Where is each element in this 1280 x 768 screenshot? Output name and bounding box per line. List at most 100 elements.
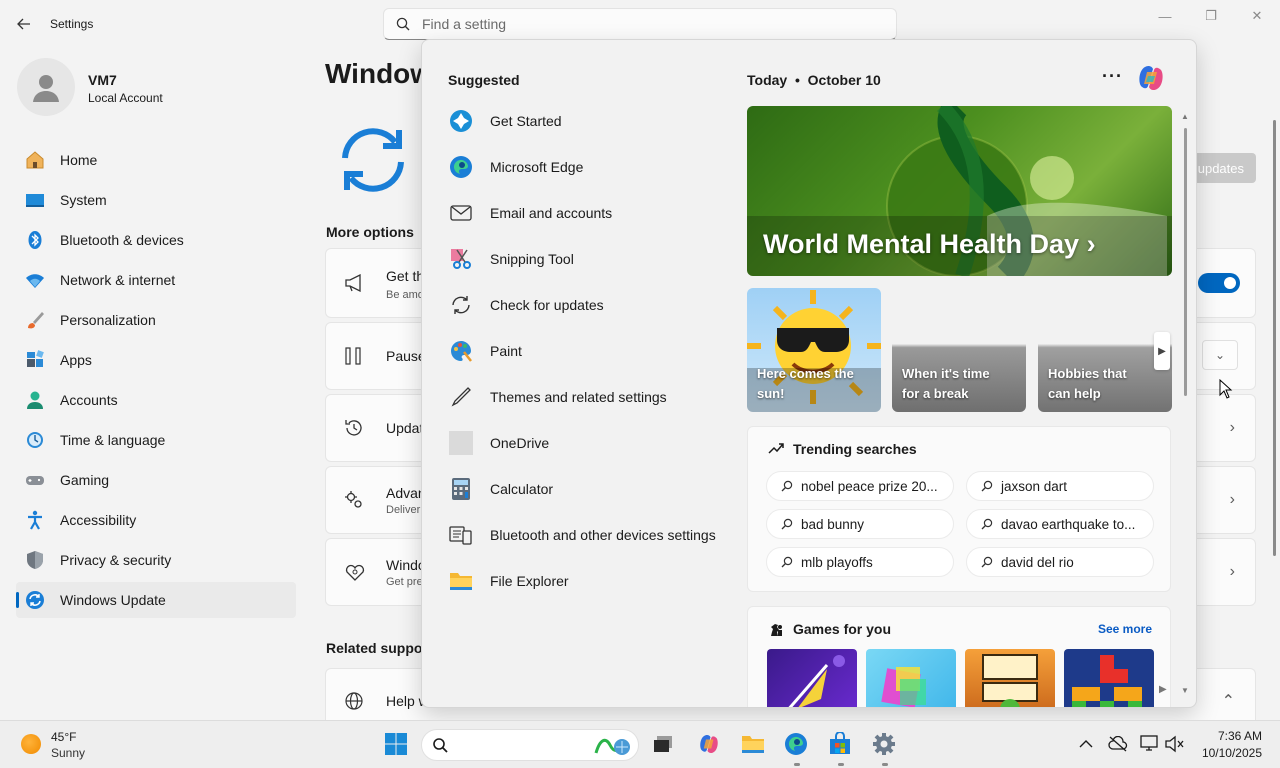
flyout-scroll-up[interactable]: ▲ [1181, 112, 1189, 121]
settings-search-box[interactable] [383, 8, 897, 40]
search-icon [396, 17, 410, 31]
flyout-scroll-down[interactable]: ▼ [1181, 686, 1189, 695]
card-title: Advan [386, 485, 426, 501]
suggested-item[interactable]: Snipping Tool [448, 236, 738, 282]
suggested-item[interactable]: Check for updates [448, 282, 738, 328]
file-explorer-icon[interactable] [740, 731, 766, 757]
minimize-button[interactable]: — [1142, 0, 1188, 32]
suggested-item[interactable]: Calculator [448, 466, 738, 512]
paint-icon [448, 338, 474, 364]
update-status-icon [335, 122, 411, 198]
news-tile[interactable]: Here comes the sun! [747, 288, 881, 412]
trending-icon [768, 441, 784, 455]
settings-gear-icon[interactable] [871, 731, 897, 757]
clock-time[interactable]: 7:36 AM [1198, 729, 1262, 743]
trending-search-pill[interactable]: davao earthquake to... [966, 509, 1154, 539]
pause-duration-dropdown[interactable]: ⌄ [1202, 340, 1238, 370]
mail-icon [448, 200, 474, 226]
search-icon [781, 480, 793, 492]
news-tile[interactable]: When it's time for a break [892, 288, 1026, 412]
taskbar-search[interactable] [421, 729, 639, 761]
sidebar-item-system[interactable]: System [16, 182, 296, 218]
sidebar-item-gaming[interactable]: Gaming [16, 462, 296, 498]
sidebar-item-label: Time & language [60, 432, 166, 448]
carousel-next-button[interactable]: ▶ [1154, 332, 1170, 370]
megaphone-icon [344, 274, 366, 292]
suggested-item[interactable]: Email and accounts [448, 190, 738, 236]
sidebar-item-label: Accessibility [60, 512, 137, 528]
card-subtitle: Be amo [386, 289, 424, 301]
search-input[interactable] [422, 16, 862, 32]
search-icon [781, 518, 793, 530]
games-next-button[interactable]: ▶ [1159, 684, 1167, 695]
chevron-up-icon[interactable] [1073, 731, 1099, 757]
taskbar: 45°F Sunny 7:36 AM 10/10/2025 [0, 720, 1280, 768]
game-tile[interactable] [1064, 649, 1154, 707]
sidebar-item-apps[interactable]: Apps [16, 342, 296, 378]
suggested-item[interactable]: Bluetooth and other devices settings [448, 512, 738, 558]
card-title: Pause [386, 348, 426, 364]
store-icon[interactable] [827, 731, 853, 757]
game-thumbnail [788, 655, 845, 707]
trending-search-pill[interactable]: bad bunny [766, 509, 954, 539]
sun-icon [21, 734, 41, 754]
get-started-icon [448, 108, 474, 134]
news-tile[interactable]: Hobbies that can help [1038, 288, 1172, 412]
chevron-up-icon: ⌃ [1221, 693, 1235, 710]
network-icon[interactable] [1137, 731, 1163, 757]
copilot-icon[interactable] [1135, 62, 1167, 94]
task-view-icon[interactable] [650, 731, 676, 757]
onedrive-icon [448, 430, 474, 456]
sidebar-item-personalization[interactable]: Personalization [16, 302, 296, 338]
trending-search-pill[interactable]: david del rio [966, 547, 1154, 577]
trending-search-pill[interactable]: jaxson dart [966, 471, 1154, 501]
suggested-item-label: Themes and related settings [490, 389, 667, 405]
maximize-button[interactable]: ❐ [1188, 0, 1234, 32]
sidebar-item-home[interactable]: Home [16, 142, 296, 178]
suggested-item[interactable]: OneDrive [448, 420, 738, 466]
trending-searches-panel: Trending searches nobel peace prize 20..… [747, 426, 1171, 592]
sidebar-item-accessibility[interactable]: Accessibility [16, 502, 296, 538]
volume-muted-icon[interactable] [1161, 731, 1187, 757]
brush-icon [24, 309, 46, 331]
suggested-item[interactable]: Paint [448, 328, 738, 374]
weather-condition: Sunny [51, 746, 86, 760]
suggested-item[interactable]: File Explorer [448, 558, 738, 604]
see-more-link[interactable]: See more [1098, 622, 1152, 636]
sidebar-item-bluetooth[interactable]: Bluetooth & devices [16, 222, 296, 258]
main-scrollbar[interactable] [1273, 120, 1276, 556]
wifi-icon [24, 269, 46, 291]
game-tile[interactable] [965, 649, 1055, 707]
trending-search-pill[interactable]: nobel peace prize 20... [766, 471, 954, 501]
clock-date[interactable]: 10/10/2025 [1198, 746, 1262, 760]
sidebar-nav: Home System Bluetooth & devices Network … [16, 142, 296, 622]
suggested-item[interactable]: Get Started [448, 98, 738, 144]
avatar[interactable] [17, 58, 75, 116]
game-thumbnail [982, 654, 1038, 707]
back-button[interactable] [10, 12, 38, 36]
copilot-icon[interactable] [696, 731, 722, 757]
hero-card[interactable]: World Mental Health Day › [747, 106, 1172, 276]
pause-icon [344, 347, 364, 365]
suggested-item[interactable]: Microsoft Edge [448, 144, 738, 190]
sidebar-item-privacy[interactable]: Privacy & security [16, 542, 296, 578]
sidebar-item-network[interactable]: Network & internet [16, 262, 296, 298]
game-tile[interactable] [767, 649, 857, 707]
game-tile[interactable] [866, 649, 956, 707]
refresh-icon [448, 292, 474, 318]
sidebar-item-accounts[interactable]: Accounts [16, 382, 296, 418]
suggested-list: Get Started Microsoft Edge Email and acc… [448, 98, 738, 604]
start-button[interactable] [383, 731, 409, 757]
trending-search-pill[interactable]: mlb playoffs [766, 547, 954, 577]
edge-icon[interactable] [783, 731, 809, 757]
sidebar-item-label: Accounts [60, 392, 118, 408]
get-latest-updates-toggle[interactable] [1198, 273, 1240, 293]
more-options-icon[interactable]: ··· [1102, 66, 1123, 87]
close-button[interactable]: ✕ [1234, 0, 1280, 32]
sidebar-item-windows-update[interactable]: Windows Update [16, 582, 296, 618]
cloud-off-icon[interactable] [1105, 731, 1131, 757]
flyout-scrollbar[interactable] [1184, 128, 1187, 396]
suggested-item[interactable]: Themes and related settings [448, 374, 738, 420]
back-arrow-icon [17, 18, 30, 30]
sidebar-item-time-language[interactable]: Time & language [16, 422, 296, 458]
